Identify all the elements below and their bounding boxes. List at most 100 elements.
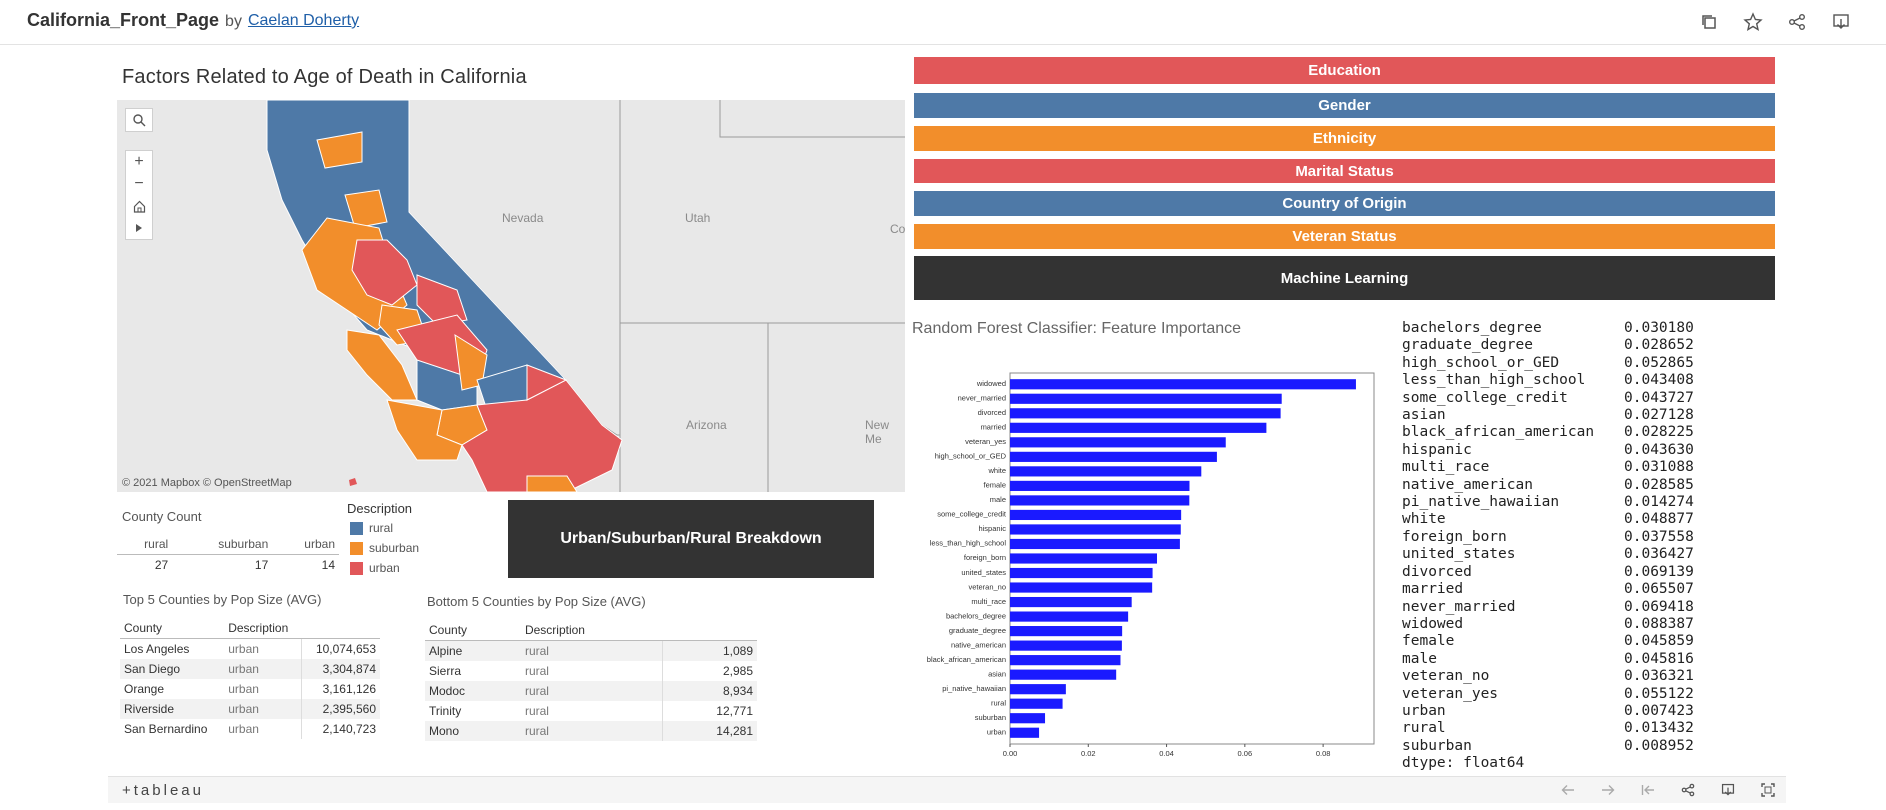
county-count-header-urban: urban [304, 537, 335, 551]
ethnicity-button[interactable]: Ethnicity [914, 126, 1775, 151]
table-row[interactable]: Los Angeles urban 10,074,653 [120, 638, 380, 659]
revert-icon[interactable] [1638, 781, 1658, 799]
bar-multi_race[interactable] [1010, 596, 1132, 608]
bottom5-header-value [662, 620, 757, 641]
play-icon[interactable] [126, 217, 152, 239]
bar-never_married[interactable] [1010, 393, 1282, 404]
tick-label-veteran_yes: veteran_yes [965, 437, 1006, 446]
bar-pi_native_hawaiian[interactable] [1010, 684, 1066, 695]
printout-row: rural 0.013432 [1402, 720, 1694, 737]
legend-item-suburban[interactable]: suburban [350, 541, 419, 555]
bar-less_than_high_school[interactable] [1010, 538, 1180, 550]
county-count-header-suburban: suburban [218, 537, 269, 551]
description-cell: rural [520, 681, 663, 701]
printout-value: 0.014274 [1624, 494, 1694, 511]
veteran-status-button[interactable]: Veteran Status [914, 224, 1775, 249]
state-label-new-mexico: New Me [865, 418, 890, 446]
table-row[interactable]: Riverside urban 2,395,560 [120, 699, 380, 719]
table-row[interactable]: San Bernardino urban 2,140,723 [120, 719, 380, 739]
download-icon[interactable] [1830, 11, 1852, 33]
printout-row: united_states 0.036427 [1402, 546, 1694, 563]
fullscreen-icon[interactable] [1758, 781, 1778, 799]
marital-status-button[interactable]: Marital Status [914, 159, 1775, 183]
bar-widowed[interactable] [1010, 379, 1356, 390]
table-row[interactable]: Modoc rural 8,934 [425, 681, 757, 701]
download-icon[interactable] [1718, 781, 1738, 799]
table-row[interactable]: Mono rural 14,281 [425, 721, 757, 741]
bar-asian[interactable] [1010, 669, 1117, 680]
gender-button[interactable]: Gender [914, 93, 1775, 118]
search-icon[interactable] [126, 109, 152, 131]
forward-icon[interactable] [1598, 781, 1618, 799]
tick-label-suburban: suburban [975, 713, 1006, 722]
bar-urban[interactable] [1010, 727, 1040, 738]
urban-suburban-rural-breakdown-button[interactable]: Urban/Suburban/Rural Breakdown [508, 500, 874, 578]
tableau-logo[interactable]: +tableau [122, 782, 204, 799]
description-cell: urban [224, 699, 302, 719]
tick-label-hispanic: hispanic [978, 524, 1006, 533]
zoom-out-icon[interactable]: − [126, 173, 152, 195]
bar-united_states[interactable] [1010, 567, 1153, 579]
california-map[interactable]: + − Nevada Utah Arizona New Me Co © 2021… [117, 100, 905, 492]
bar-male[interactable] [1010, 495, 1190, 506]
tick-label-widowed: widowed [976, 379, 1006, 388]
bar-suburban[interactable] [1010, 713, 1046, 724]
legend-item-urban[interactable]: urban [350, 561, 400, 575]
bar-veteran_no[interactable] [1010, 582, 1153, 593]
top5-header-county: County [120, 618, 225, 639]
duplicate-icon[interactable] [1698, 11, 1720, 33]
bar-female[interactable] [1010, 480, 1190, 491]
share-icon[interactable] [1786, 11, 1808, 33]
printout-value: 0.013432 [1624, 720, 1694, 737]
printout-row: less_than_high_school 0.043408 [1402, 372, 1694, 389]
bar-white[interactable] [1010, 466, 1202, 477]
state-label-nevada: Nevada [502, 211, 544, 225]
education-button[interactable]: Education [914, 57, 1775, 84]
bar-foreign_born[interactable] [1010, 553, 1158, 564]
zoom-in-icon[interactable]: + [126, 151, 152, 173]
bar-divorced[interactable] [1010, 408, 1281, 419]
country-of-origin-button[interactable]: Country of Origin [914, 191, 1775, 216]
printout-row: pi_native_hawaiian 0.014274 [1402, 494, 1694, 511]
bar-native_american[interactable] [1010, 640, 1122, 651]
printout-feature: bachelors_degree [1402, 320, 1542, 336]
share-icon[interactable] [1678, 781, 1698, 799]
bar-black_african_american[interactable] [1010, 655, 1121, 666]
back-icon[interactable] [1558, 781, 1578, 799]
printout-value: 0.069418 [1624, 598, 1694, 615]
map-search-control[interactable] [125, 108, 153, 132]
bar-high_school_or_GED[interactable] [1010, 451, 1217, 462]
table-row[interactable]: Sierra rural 2,985 [425, 661, 757, 681]
x-tick-label: 0.00 [1003, 749, 1018, 758]
bar-married[interactable] [1010, 422, 1267, 433]
bar-veteran_yes[interactable] [1010, 437, 1226, 448]
machine-learning-button[interactable]: Machine Learning [914, 256, 1775, 300]
bar-hispanic[interactable] [1010, 524, 1181, 535]
description-cell: rural [524, 704, 549, 718]
bar-rural[interactable] [1010, 698, 1063, 709]
legend-item-rural[interactable]: rural [350, 521, 393, 535]
tick-label-rural: rural [991, 698, 1006, 707]
home-icon[interactable] [126, 195, 152, 217]
county-count-caption: County Count [122, 509, 202, 524]
county-cell: Modoc [425, 681, 521, 701]
printout-feature: native_american [1402, 476, 1533, 493]
table-row[interactable]: Orange urban 3,161,126 [120, 679, 380, 699]
table-row[interactable]: Trinity rural 12,771 [425, 701, 757, 721]
bar-some_college_credit[interactable] [1010, 509, 1182, 521]
county-cell: Sierra [429, 664, 462, 678]
bar-bachelors_degree[interactable] [1010, 611, 1129, 622]
star-icon[interactable] [1742, 11, 1764, 33]
population-cell: 3,304,874 [301, 659, 380, 679]
county-cell: Orange [124, 682, 165, 696]
table-row[interactable]: San Diego urban 3,304,874 [120, 659, 380, 679]
table-row[interactable]: Alpine rural 1,089 [425, 640, 757, 661]
printout-row: veteran_no 0.036321 [1402, 668, 1694, 685]
tick-label-bachelors_degree: bachelors_degree [946, 611, 1006, 620]
printout-feature: multi_race [1402, 459, 1490, 476]
bar-graduate_degree[interactable] [1010, 626, 1123, 637]
author-link[interactable]: Caelan Doherty [248, 12, 359, 30]
printout-feature: widowed [1402, 615, 1464, 632]
printout-feature: some_college_credit [1402, 389, 1568, 406]
bottom5-caption: Bottom 5 Counties by Pop Size (AVG) [427, 594, 646, 609]
